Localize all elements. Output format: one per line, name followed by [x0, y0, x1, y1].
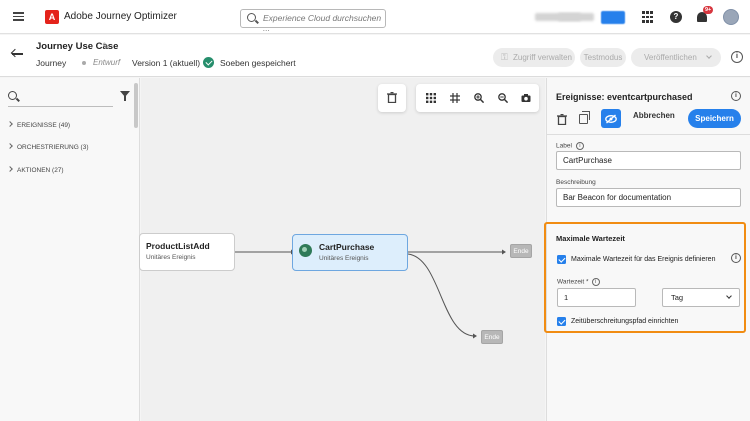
avatar[interactable] [723, 9, 739, 25]
shell-bar: A Adobe Journey Optimizer Experience Clo… [0, 0, 750, 34]
journey-type: Journey [36, 58, 67, 68]
save-button[interactable]: Speichern [688, 109, 741, 128]
status-dot [82, 61, 86, 65]
chevron-down-icon [706, 53, 712, 59]
journey-status: Entwurf [93, 58, 121, 67]
apps-icon[interactable] [642, 11, 654, 23]
end-node-timeout[interactable]: Ende [481, 330, 503, 344]
info-icon[interactable]: i [731, 91, 741, 101]
field-label-text: Label [556, 142, 572, 150]
key-icon: ⚿ [501, 52, 508, 62]
event-icon [299, 244, 312, 257]
manage-access-button[interactable]: ⚿ Zugriff verwalten [493, 48, 575, 67]
label-input[interactable]: CartPurchase [556, 151, 741, 170]
category-label: AKTIONEN (27) [17, 167, 64, 174]
more-options-button[interactable] [700, 48, 718, 67]
max-wait-section: Maximale Wartezeit Maximale Wartezeit fü… [544, 222, 746, 333]
category-label: EREIGNISSE (49) [17, 122, 71, 129]
visibility-toggle-button[interactable] [601, 109, 621, 128]
wait-time-label: Wartezeit * i [557, 278, 600, 286]
info-icon[interactable]: i [731, 253, 741, 263]
category-events[interactable]: EREIGNISSE (49) [7, 121, 71, 129]
test-mode-button[interactable]: Testmodus [580, 48, 626, 67]
category-actions[interactable]: AKTIONEN (27) [7, 166, 64, 174]
checkmark-icon [203, 57, 214, 68]
description-field-label: Beschreibung [556, 179, 596, 186]
adobe-logo[interactable]: A [45, 10, 59, 24]
panel-title: Ereignisse: eventcartpurchased [556, 92, 693, 102]
node-productlistadd[interactable]: ProductListAdd Unitäres Ereignis [139, 233, 235, 271]
required-marker: * [586, 278, 589, 286]
label-field-label: Label i [556, 142, 584, 150]
trash-icon[interactable] [557, 114, 567, 125]
journey-canvas[interactable]: ProductListAdd Unitäres Ereignis CartPur… [139, 78, 545, 421]
chevron-down-icon [726, 293, 732, 299]
palette-panel: EREIGNISSE (49) ORCHESTRIERUNG (3) AKTIO… [0, 78, 140, 421]
notification-badge: 9+ [703, 6, 714, 14]
scrollbar[interactable] [134, 83, 138, 128]
node-subtitle: Unitäres Ereignis [146, 254, 196, 261]
wait-time-input[interactable]: 1 [557, 288, 636, 307]
end-node[interactable]: Ende [510, 244, 532, 258]
app-name[interactable]: Adobe Journey Optimizer [64, 11, 177, 22]
description-input[interactable]: Bar Beacon for documentation [556, 188, 741, 207]
manage-access-label: Zugriff verwalten [513, 53, 572, 62]
chevron-right-icon [7, 166, 13, 172]
node-title: CartPurchase [319, 242, 375, 252]
time-unit-value: Tag [671, 293, 684, 302]
category-orchestration[interactable]: ORCHESTRIERUNG (3) [7, 143, 89, 151]
search-input[interactable]: Experience Cloud durchsuchen ... [240, 9, 386, 33]
filter-icon[interactable] [120, 91, 130, 101]
journey-header: Journey Use Case ✎ Journey Entwurf Versi… [0, 35, 750, 77]
back-arrow-icon[interactable] [12, 53, 23, 55]
save-status: Soeben gespeichert [220, 58, 296, 68]
copy-icon[interactable] [579, 111, 590, 124]
node-title: ProductListAdd [146, 241, 210, 251]
search-icon[interactable] [8, 91, 17, 100]
menu-icon[interactable] [13, 12, 24, 21]
timeout-path-label[interactable]: Zeitüberschreitungspfad einrichten [571, 318, 678, 325]
panel-divider [547, 134, 750, 135]
chevron-right-icon [7, 121, 13, 127]
prod-badge [601, 11, 625, 24]
eye-off-icon [605, 114, 617, 123]
sandbox-switcher[interactable] [558, 13, 594, 21]
info-icon[interactable]: i [731, 51, 743, 63]
time-unit-select[interactable]: Tag [662, 288, 740, 307]
info-icon[interactable]: i [575, 142, 584, 150]
define-max-wait-checkbox[interactable] [557, 255, 566, 264]
cancel-button[interactable]: Abbrechen [633, 111, 675, 120]
search-placeholder: Experience Cloud durchsuchen ... [263, 13, 382, 33]
section-title: Maximale Wartezeit [556, 234, 625, 243]
timeout-path-checkbox[interactable] [557, 317, 566, 326]
define-max-wait-label[interactable]: Maximale Wartezeit für das Ereignis defi… [571, 256, 715, 263]
node-cartpurchase[interactable]: CartPurchase Unitäres Ereignis [292, 234, 408, 271]
category-label: ORCHESTRIERUNG (3) [17, 144, 89, 151]
search-icon [247, 13, 256, 22]
wait-time-label-text: Wartezeit [557, 278, 585, 286]
node-subtitle: Unitäres Ereignis [319, 255, 369, 262]
help-icon[interactable]: ? [670, 11, 682, 23]
info-icon[interactable]: i [591, 278, 600, 286]
chevron-right-icon [7, 143, 13, 149]
palette-search-input[interactable] [8, 106, 113, 107]
journey-version[interactable]: Version 1 (aktuell) [132, 58, 200, 68]
pencil-icon[interactable]: ✎ [102, 41, 110, 52]
